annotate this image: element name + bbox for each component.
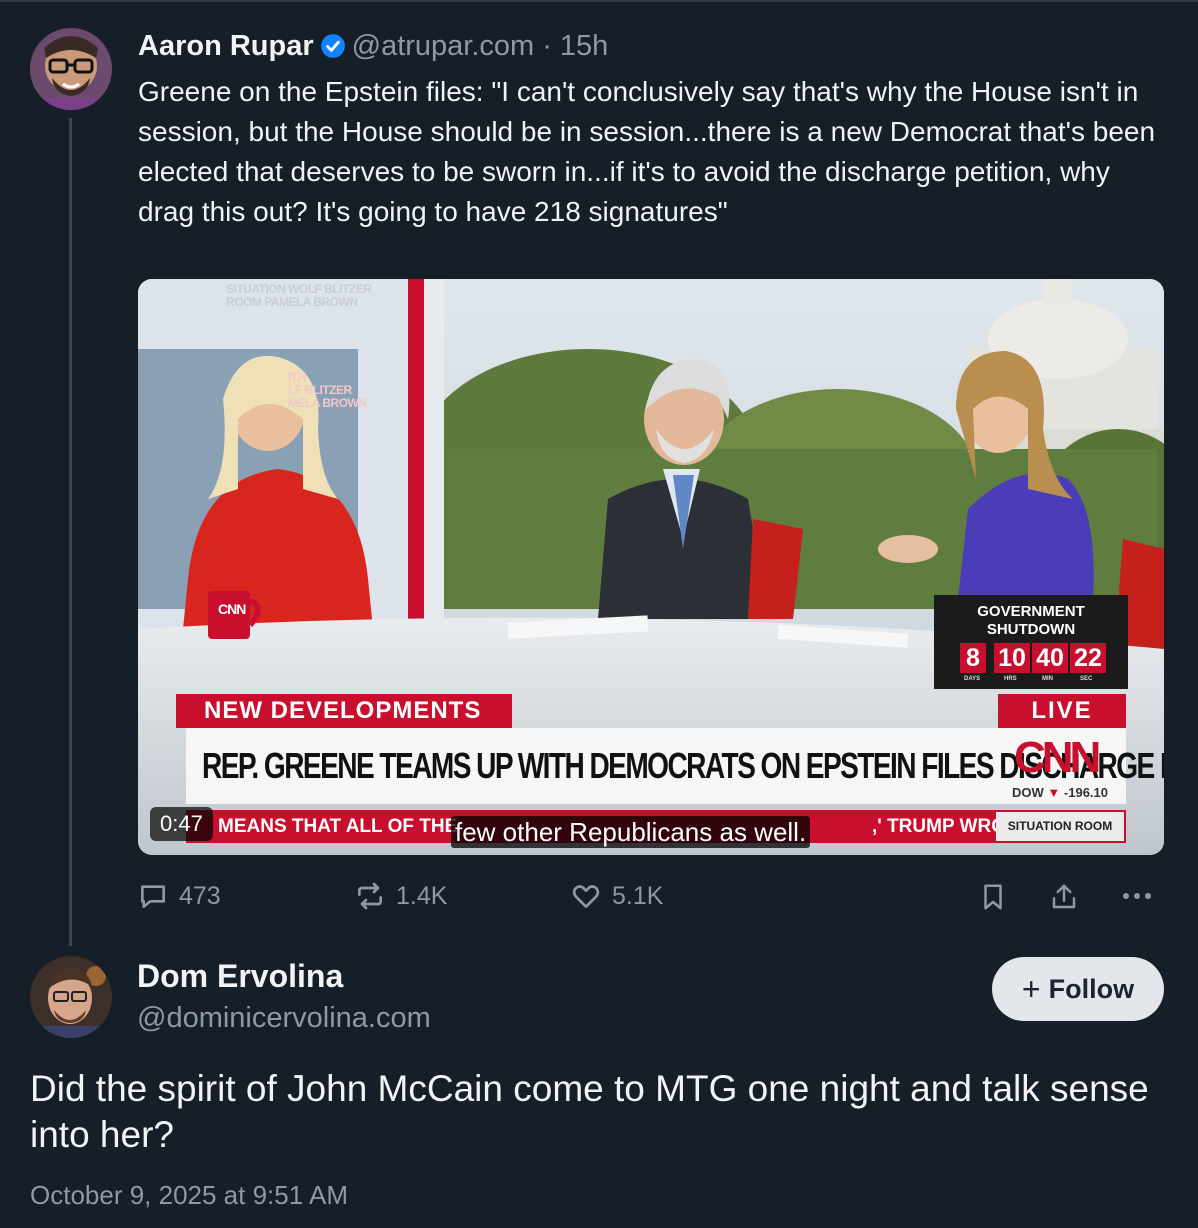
reply-timestamp[interactable]: October 9, 2025 at 9:51 AM [30,1180,348,1211]
background-logo-line-3: MELA BROWN [288,396,367,410]
countdown-minutes-label: MIN [1042,676,1053,682]
repost-icon [358,882,382,910]
show-logo-line-2: ROOM PAMELA BROWN [226,295,358,309]
bookmark-icon [984,884,1002,910]
post-text: Greene on the Epstein files: "I can't co… [138,76,1156,227]
more-icon [1123,893,1151,899]
countdown-hours: 10 [994,643,1030,673]
bookmark-button[interactable] [978,882,1008,917]
countdown-days: 8 [960,643,986,673]
thread-line [69,118,72,946]
post-header: Aaron Rupar @atrupar.com · 15h [138,26,608,66]
show-logo: SITUATION WOLF BLITZER ROOM PAMELA BROWN [226,283,372,309]
shutdown-countdown-title: GOVERNMENT SHUTDOWN [934,603,1128,639]
follow-button[interactable]: + Follow [992,957,1164,1021]
share-icon [1052,884,1076,909]
repost-count: 1.4K [396,881,448,910]
reply-author-handle[interactable]: @dominicervolina.com [137,1002,431,1035]
more-options-button[interactable] [1120,884,1154,913]
post-action-bar: 473 1.4K 5.1K [0,870,1198,922]
like-count: 5.1K [612,881,664,910]
reply-text: Did the spirit of John McCain come to MT… [30,1068,1149,1155]
follow-label: Follow [1048,973,1135,1004]
countdown-minutes: 40 [1032,643,1068,673]
dow-value: -196.10 [1063,785,1108,800]
countdown-title-line-2: SHUTDOWN [986,621,1076,638]
reply-author-name[interactable]: Dom Ervolina [137,958,343,995]
plus-icon: + [1021,971,1041,1007]
author-avatar[interactable] [30,28,112,110]
like-button[interactable]: 5.1K [570,880,663,912]
video-player[interactable]: SITUATION WOLF BLITZER ROOM PAMELA BROWN… [138,279,1164,855]
video-caption: few other Republicans as well. [451,816,811,848]
cnn-logo: CNN [1014,733,1101,782]
reply-author-avatar[interactable] [30,956,112,1038]
countdown-title-line-1: GOVERNMENT [977,603,1085,620]
countdown-days-label: DAYS [964,676,981,682]
ticker-badge: SITUATION ROOM [996,812,1124,841]
video-duration: 0:47 [150,807,213,841]
reply-count: 473 [179,881,221,910]
top-divider [0,0,1198,2]
share-button[interactable] [1049,882,1079,917]
verified-badge-icon [320,33,346,59]
post-time[interactable]: 15h [560,30,608,63]
dow-label: DOW [1012,785,1044,800]
reply-icon [141,885,165,908]
separator-dot: · [542,29,552,62]
reply-button[interactable]: 473 [137,880,221,912]
author-handle[interactable]: @atrupar.com [352,30,535,63]
countdown-seconds: 22 [1070,643,1106,673]
countdown-seconds-label: SEC [1080,676,1093,682]
mug-logo: CNN [218,601,246,617]
ticker-text-left: MEANS THAT ALL OF THE [218,816,458,837]
dow-ticker: DOW ▼ -196.10 [1012,785,1108,800]
down-arrow-icon: ▼ [1047,785,1061,800]
background-show-logo: ITH LF BLITZER MELA BROWN [288,371,367,410]
countdown-hours-label: HRS [1004,676,1017,682]
repost-button[interactable]: 1.4K [354,880,447,912]
heart-icon [572,885,600,908]
live-badge: LIVE [998,694,1126,728]
author-name[interactable]: Aaron Rupar [138,30,314,63]
new-developments-banner: NEW DEVELOPMENTS [176,694,512,728]
